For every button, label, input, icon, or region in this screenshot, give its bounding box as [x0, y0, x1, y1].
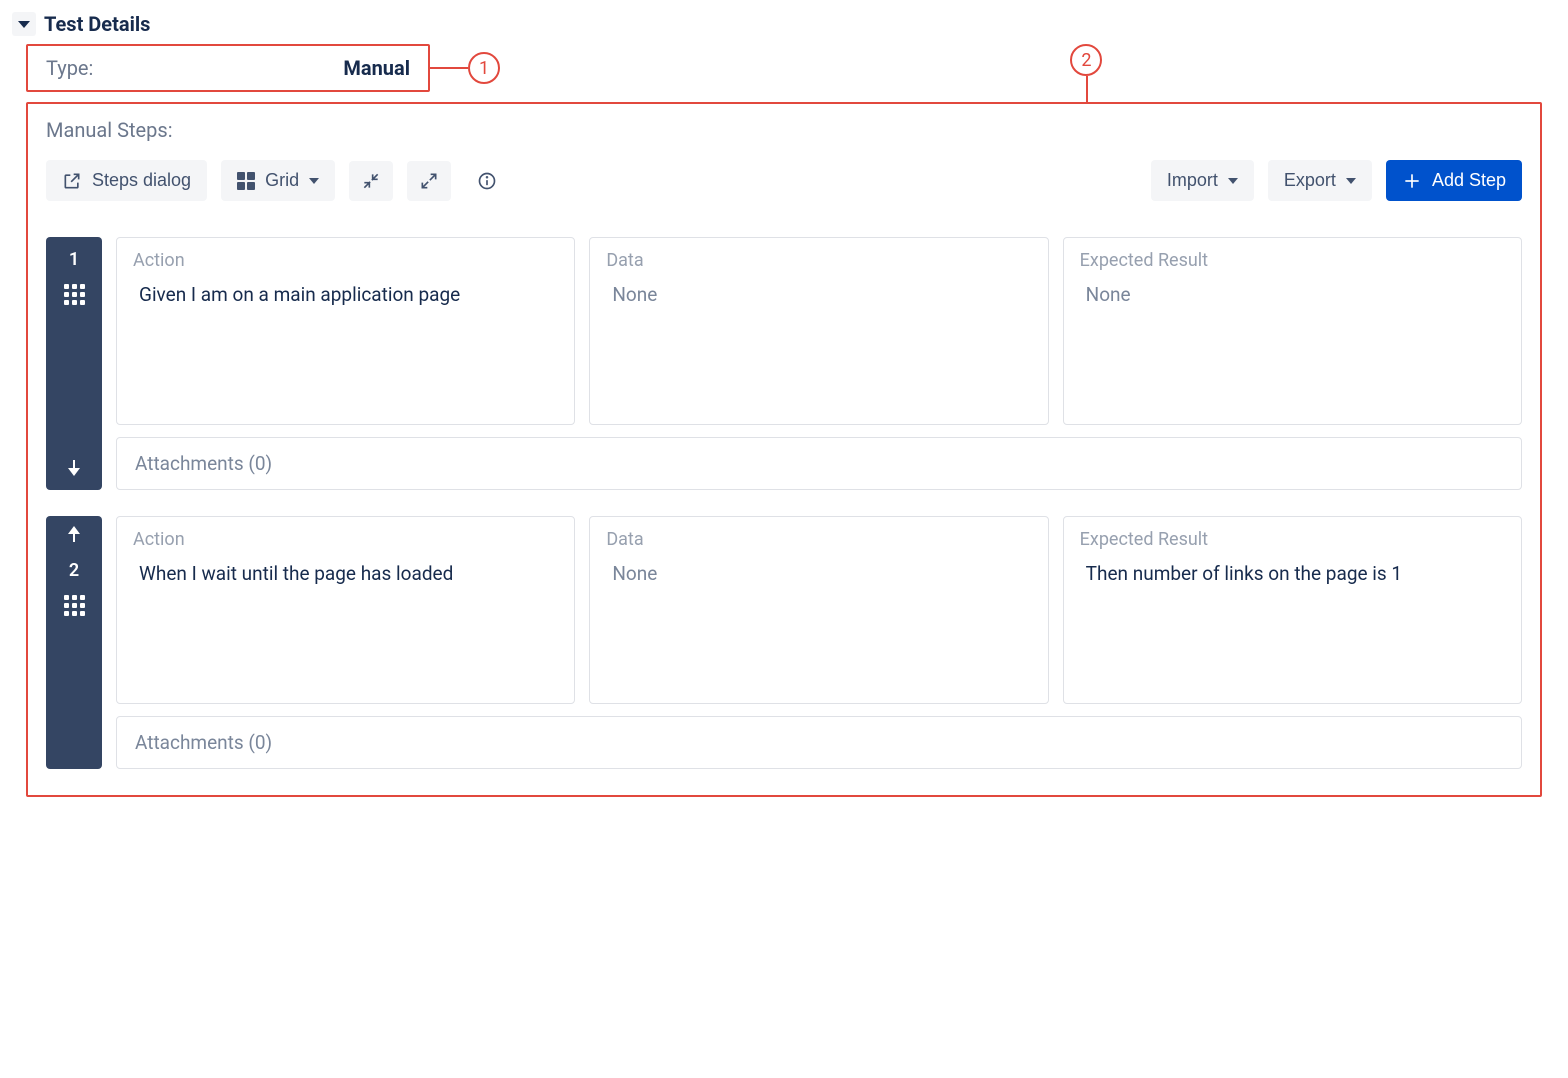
- type-value: Manual: [343, 56, 410, 80]
- expected-label: Expected Result: [1080, 529, 1505, 550]
- expected-value: None: [1080, 281, 1505, 309]
- action-value: Given I am on a main application page: [133, 281, 558, 309]
- collapse-toggle[interactable]: [12, 12, 36, 36]
- expected-cell[interactable]: Expected Result None: [1063, 237, 1522, 425]
- action-label: Action: [133, 529, 558, 550]
- import-label: Import: [1167, 170, 1218, 191]
- move-up-icon[interactable]: [65, 528, 83, 546]
- external-link-icon: [62, 171, 82, 191]
- step-number: 2: [69, 560, 79, 581]
- add-step-label: Add Step: [1432, 170, 1506, 191]
- steps-dialog-label: Steps dialog: [92, 170, 191, 191]
- attachments-cell[interactable]: Attachments (0): [116, 437, 1522, 490]
- step-row: 1 Action Given I am on a main applicatio…: [46, 237, 1522, 490]
- step-number: 1: [69, 249, 79, 270]
- chevron-down-icon: [1346, 178, 1356, 184]
- grid-view-button[interactable]: Grid: [221, 160, 335, 201]
- step-handle[interactable]: 1: [46, 237, 102, 490]
- add-step-button[interactable]: Add Step: [1386, 160, 1522, 201]
- expand-icon: [419, 171, 439, 191]
- callout-connector: [1086, 76, 1088, 104]
- data-label: Data: [606, 529, 1031, 550]
- data-value: None: [606, 281, 1031, 309]
- grid-view-label: Grid: [265, 170, 299, 191]
- data-cell[interactable]: Data None: [589, 516, 1048, 704]
- step-content: Action Given I am on a main application …: [116, 237, 1522, 490]
- callout-badge-2: 2: [1070, 44, 1102, 76]
- collapse-icon: [361, 171, 381, 191]
- section-header: Test Details: [12, 12, 1556, 36]
- export-label: Export: [1284, 170, 1336, 191]
- export-button[interactable]: Export: [1268, 160, 1372, 201]
- action-cell[interactable]: Action When I wait until the page has lo…: [116, 516, 575, 704]
- drag-handle-icon: [64, 595, 85, 616]
- move-down-icon[interactable]: [65, 460, 83, 478]
- data-label: Data: [606, 250, 1031, 271]
- data-value: None: [606, 560, 1031, 588]
- manual-steps-label: Manual Steps:: [46, 118, 1522, 142]
- type-field-callout: Type: Manual 1: [26, 44, 430, 92]
- action-cell[interactable]: Action Given I am on a main application …: [116, 237, 575, 425]
- info-button[interactable]: [465, 161, 509, 201]
- import-button[interactable]: Import: [1151, 160, 1254, 201]
- grid-icon: [237, 172, 255, 190]
- action-label: Action: [133, 250, 558, 271]
- data-cell[interactable]: Data None: [589, 237, 1048, 425]
- steps-toolbar: Steps dialog Grid Import Export Add Step: [46, 160, 1522, 201]
- collapse-steps-button[interactable]: [349, 161, 393, 201]
- expand-steps-button[interactable]: [407, 161, 451, 201]
- step-content: Action When I wait until the page has lo…: [116, 516, 1522, 769]
- section-title: Test Details: [44, 12, 150, 36]
- attachments-cell[interactable]: Attachments (0): [116, 716, 1522, 769]
- step-row: 2 Action When I wait until the page has …: [46, 516, 1522, 769]
- info-icon: [477, 171, 497, 191]
- step-handle[interactable]: 2: [46, 516, 102, 769]
- chevron-down-icon: [1228, 178, 1238, 184]
- expected-value: Then number of links on the page is 1: [1080, 560, 1505, 588]
- chevron-down-icon: [18, 21, 30, 28]
- expected-cell[interactable]: Expected Result Then number of links on …: [1063, 516, 1522, 704]
- action-value: When I wait until the page has loaded: [133, 560, 558, 588]
- type-field[interactable]: Type: Manual: [28, 46, 428, 90]
- callout-connector: [428, 67, 468, 69]
- expected-label: Expected Result: [1080, 250, 1505, 271]
- callout-badge-1: 1: [468, 52, 500, 84]
- manual-steps-panel-callout: 2 Manual Steps: Steps dialog Grid Import…: [26, 102, 1542, 797]
- steps-dialog-button[interactable]: Steps dialog: [46, 160, 207, 201]
- type-label: Type:: [46, 56, 93, 80]
- plus-icon: [1402, 171, 1422, 191]
- chevron-down-icon: [309, 178, 319, 184]
- drag-handle-icon: [64, 284, 85, 305]
